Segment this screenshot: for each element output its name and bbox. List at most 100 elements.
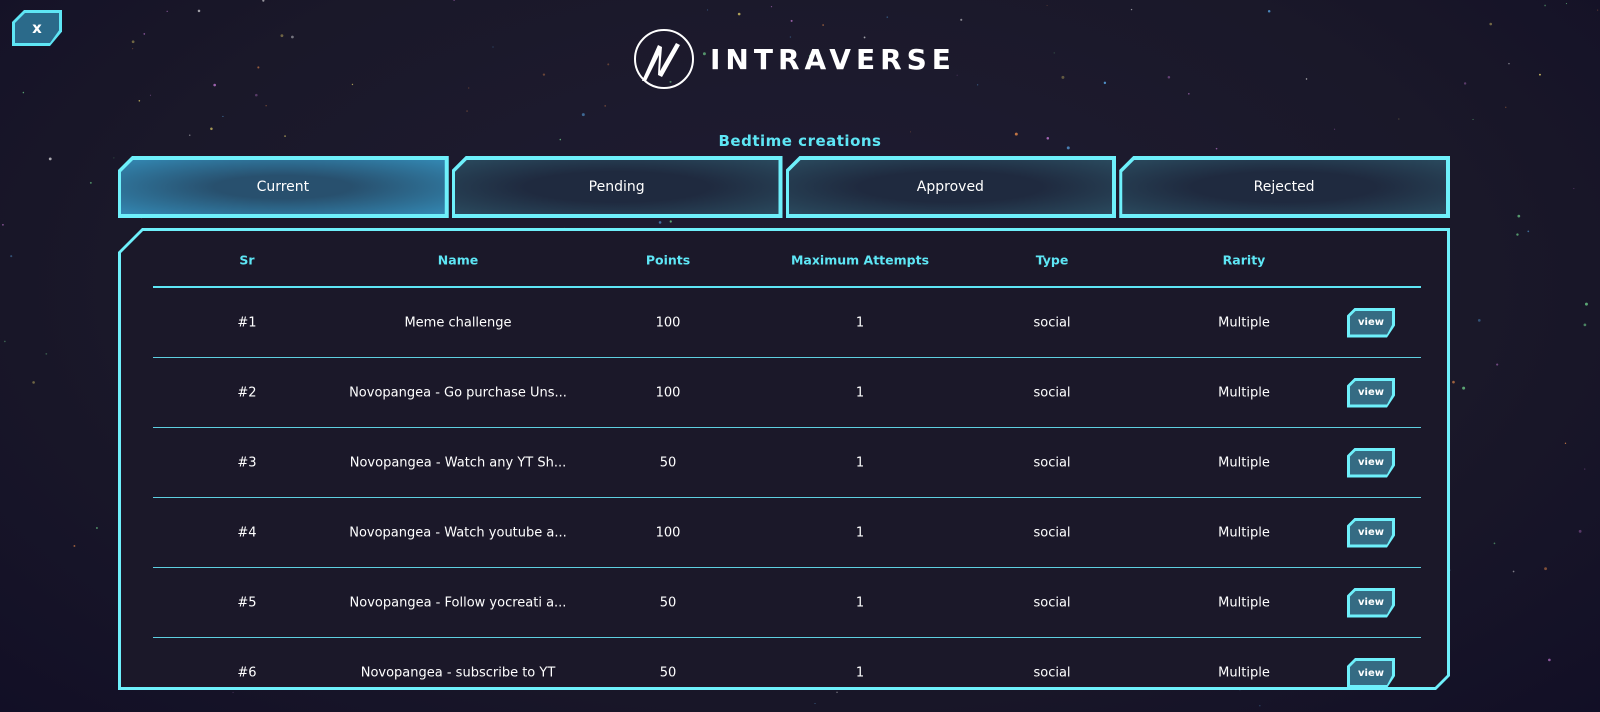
tab-rejected[interactable]: Rejected [1119, 156, 1450, 218]
star [113, 157, 115, 159]
star [822, 24, 824, 26]
cell-name: Novopangea - Watch any YT Sh... [349, 455, 567, 470]
star [737, 12, 741, 16]
star [604, 105, 606, 107]
cell-name: Novopangea - Watch youtube a... [349, 525, 567, 540]
star [32, 381, 35, 384]
star [1167, 76, 1171, 79]
star [1496, 363, 1499, 366]
view-button[interactable]: view [1347, 308, 1395, 338]
view-button-label: view [1350, 381, 1392, 405]
close-button[interactable]: x [12, 10, 62, 46]
star [976, 84, 979, 86]
star [1585, 302, 1588, 306]
cell-attempts: 1 [855, 455, 865, 470]
cell-points: 50 [659, 665, 677, 681]
cell-sr: #4 [237, 525, 257, 540]
star [814, 702, 816, 704]
star [73, 545, 76, 547]
star [22, 91, 25, 94]
table-row: #2 Novopangea - Go purchase Uns... 100 1 soc… [153, 358, 1421, 428]
star [1564, 442, 1567, 444]
cell-rarity: Multiple [1218, 595, 1270, 610]
star [1463, 82, 1467, 85]
star [10, 255, 13, 258]
brand-logo: INTRAVERSE [632, 27, 956, 91]
cell-type: social [1033, 385, 1071, 400]
cell-name: Novopangea - Go purchase Uns... [349, 385, 567, 400]
star [351, 83, 354, 86]
star [1578, 529, 1582, 533]
star [291, 35, 294, 39]
star [45, 352, 48, 355]
star [956, 74, 958, 76]
cell-points: 50 [659, 455, 677, 470]
star [1046, 5, 1048, 6]
view-button[interactable]: view [1347, 588, 1395, 618]
view-button[interactable]: view [1347, 378, 1395, 408]
star [143, 33, 146, 35]
star [96, 527, 98, 529]
star [466, 110, 468, 112]
cell-attempts: 1 [855, 525, 865, 540]
star [1512, 570, 1515, 573]
star [1103, 81, 1107, 85]
view-button[interactable]: view [1347, 658, 1395, 688]
star [1597, 9, 1599, 11]
page-subtitle: Bedtime creations [718, 132, 882, 150]
star [1583, 323, 1587, 327]
view-button-label: view [1350, 311, 1392, 335]
header-sr: Sr [239, 252, 255, 268]
header-type: Type [1035, 252, 1069, 268]
star [1452, 380, 1455, 384]
star [1584, 468, 1586, 470]
cell-points: 100 [655, 385, 681, 400]
table-row: #3 Novopangea - Watch any YT Sh... 50 1 soci… [153, 428, 1421, 498]
cell-name: Meme challenge [404, 315, 512, 330]
cell-points: 100 [655, 525, 681, 540]
star [210, 127, 213, 131]
table-header: Sr Name Points Maximum Attempts Type Rar… [153, 231, 1421, 288]
cell-attempts: 1 [855, 665, 865, 681]
star [1489, 22, 1493, 26]
star [197, 9, 201, 13]
creations-table: Sr Name Points Maximum Attempts Type Rar… [121, 231, 1447, 687]
view-button[interactable]: view [1347, 518, 1395, 548]
star [132, 48, 134, 50]
cell-attempts: 1 [855, 385, 865, 400]
view-button[interactable]: view [1347, 448, 1395, 478]
cell-type: social [1033, 665, 1071, 681]
cell-name: Novopangea - Follow yocreati a... [349, 595, 567, 610]
cell-rarity: Multiple [1218, 455, 1270, 470]
cell-name: Novopangea - subscribe to YT [360, 665, 556, 681]
star [213, 83, 217, 87]
tab-approved[interactable]: Approved [785, 156, 1117, 218]
close-icon: x [15, 13, 59, 43]
tab-pending[interactable]: Pending [451, 156, 783, 218]
star [1527, 230, 1530, 233]
star [658, 221, 662, 224]
star [1565, 3, 1567, 5]
table-row: #4 Novopangea - Watch youtube a... 100 1 soc… [153, 498, 1421, 568]
status-tabs: Current Pending Approved Rejected [118, 156, 1450, 218]
star [1462, 386, 1466, 390]
cell-type: social [1033, 315, 1071, 330]
star [1130, 8, 1133, 11]
star [48, 157, 52, 161]
star [1188, 93, 1190, 95]
star [492, 46, 494, 48]
cell-sr: #5 [237, 595, 257, 610]
star [1573, 187, 1575, 189]
view-button-label: view [1350, 591, 1392, 615]
star [255, 93, 258, 97]
star [581, 113, 585, 117]
table-row: #1 Meme challenge 100 1 social Multiple view [153, 288, 1421, 358]
table-row: #5 Novopangea - Follow yocreati a... 50 1 so… [153, 568, 1421, 638]
star [1517, 214, 1521, 218]
star [607, 63, 610, 66]
star [707, 9, 709, 11]
star [1398, 118, 1400, 120]
creations-table-panel: Sr Name Points Maximum Attempts Type Rar… [118, 228, 1450, 690]
tab-current[interactable]: Current [118, 156, 449, 218]
cell-sr: #3 [237, 455, 257, 470]
